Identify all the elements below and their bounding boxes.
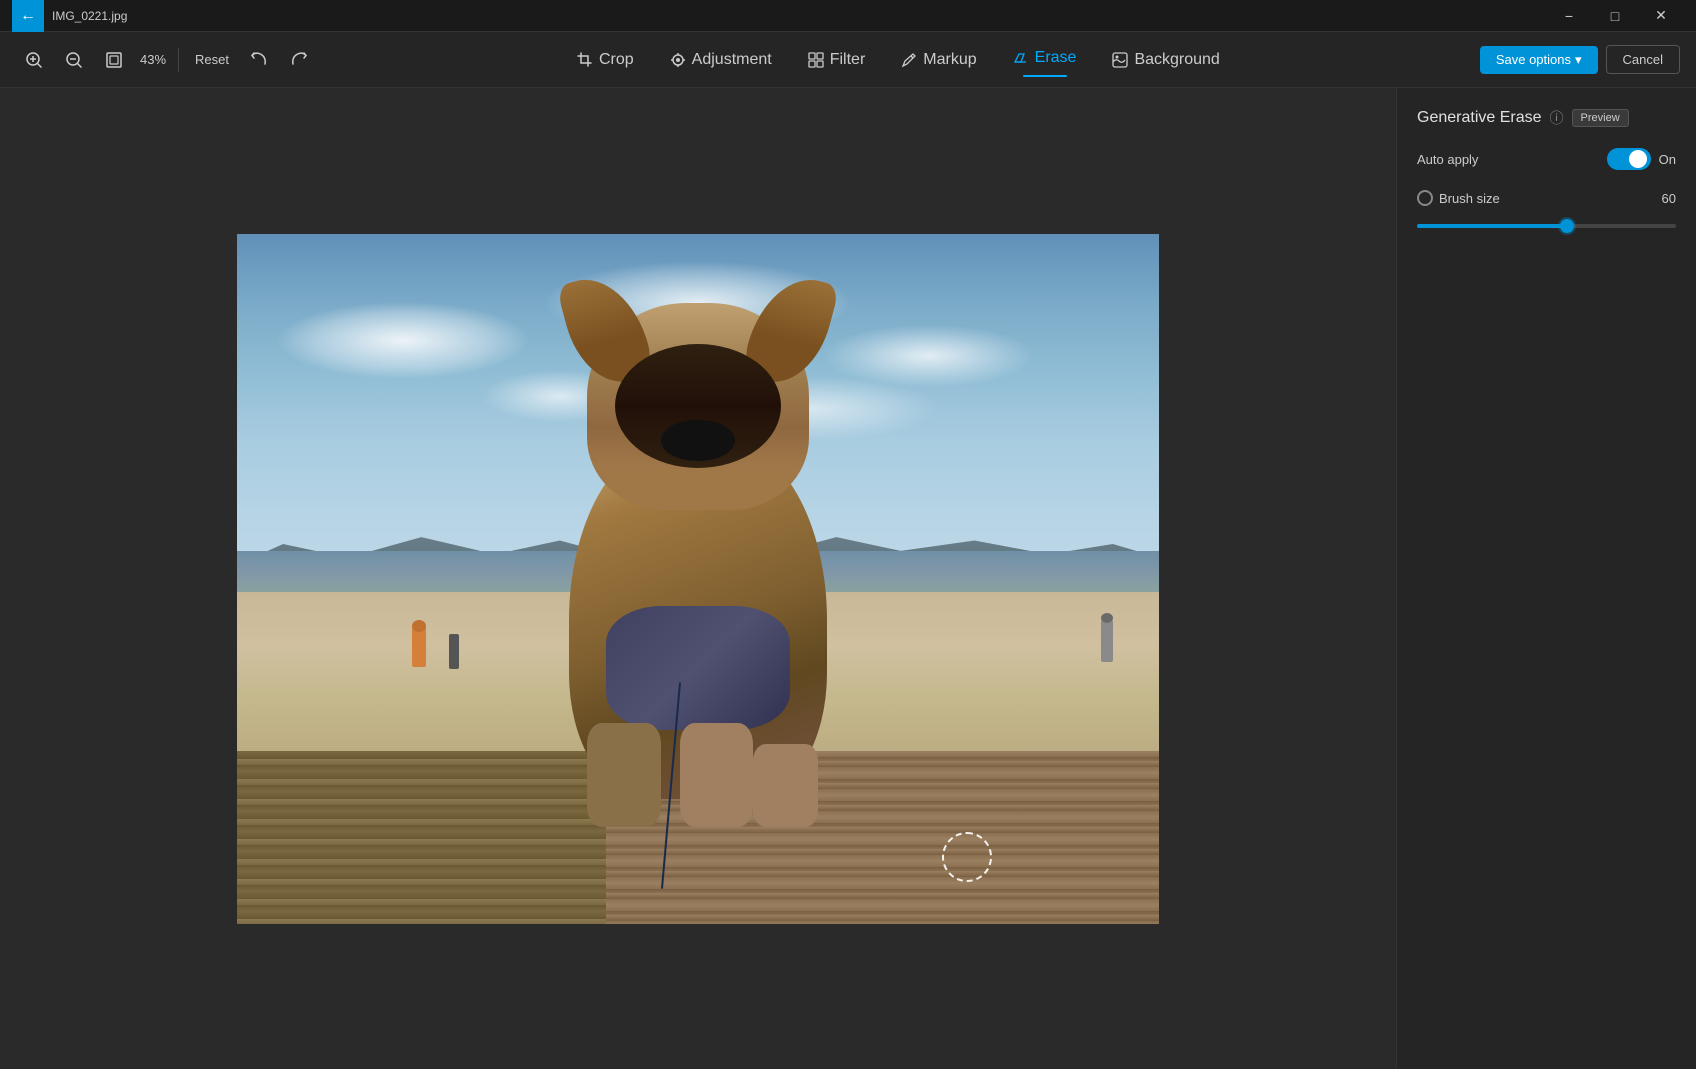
filter-icon bbox=[808, 52, 824, 68]
dog-leg-right bbox=[680, 723, 754, 827]
background-tool-wrapper: Background bbox=[1096, 45, 1235, 75]
adjustment-tool-wrapper: Adjustment bbox=[654, 45, 788, 75]
brush-label: Brush size bbox=[1417, 190, 1500, 206]
toggle-slider bbox=[1607, 148, 1651, 170]
right-panel: Generative Erase ⓘ Preview Auto apply On… bbox=[1396, 88, 1696, 1069]
crop-tool[interactable]: Crop bbox=[561, 45, 650, 75]
dog-nose bbox=[661, 420, 735, 461]
filter-tool-wrapper: Filter bbox=[792, 45, 882, 75]
main-area: Generative Erase ⓘ Preview Auto apply On… bbox=[0, 88, 1696, 1069]
person-right bbox=[1101, 620, 1113, 662]
auto-apply-label: Auto apply bbox=[1417, 152, 1478, 167]
zoom-out-icon bbox=[65, 51, 83, 69]
panel-header: Generative Erase ⓘ Preview bbox=[1417, 108, 1676, 128]
brush-label-row: Brush size 60 bbox=[1417, 190, 1676, 206]
brush-size-row: Brush size 60 bbox=[1417, 190, 1676, 236]
save-options-label: Save options bbox=[1496, 52, 1571, 67]
erase-tool-content: Erase bbox=[1013, 49, 1077, 67]
person-middle bbox=[449, 634, 459, 669]
brush-size-value: 60 bbox=[1662, 191, 1676, 206]
cancel-button[interactable]: Cancel bbox=[1606, 45, 1680, 74]
filter-tool[interactable]: Filter bbox=[792, 45, 882, 75]
markup-tool-wrapper: Markup bbox=[885, 45, 992, 75]
dark-plank bbox=[237, 751, 606, 924]
erase-tool[interactable]: Erase bbox=[997, 43, 1093, 73]
toolbar-center: Crop Adjustment bbox=[325, 43, 1472, 77]
crop-tool-wrapper: Crop bbox=[561, 45, 650, 75]
zoom-level: 43% bbox=[136, 52, 170, 67]
minimize-button[interactable]: − bbox=[1546, 0, 1592, 32]
markup-tool[interactable]: Markup bbox=[885, 45, 992, 75]
back-icon: ← bbox=[20, 7, 36, 25]
title-bar: ← IMG_0221.jpg − □ ✕ bbox=[0, 0, 1696, 32]
filename-label: IMG_0221.jpg bbox=[52, 9, 127, 23]
save-options-button[interactable]: Save options ▾ bbox=[1480, 46, 1598, 74]
toggle-container: On bbox=[1607, 148, 1676, 170]
dog-leg-left bbox=[587, 723, 661, 827]
auto-apply-toggle[interactable] bbox=[1607, 148, 1651, 170]
brush-slider-container bbox=[1417, 216, 1676, 236]
brush-size-icon bbox=[1417, 190, 1433, 206]
erase-icon bbox=[1013, 50, 1029, 66]
canvas-area[interactable] bbox=[0, 88, 1396, 1069]
zoom-in-button[interactable] bbox=[16, 42, 52, 78]
markup-tool-content: Markup bbox=[901, 51, 976, 69]
toolbar-right: Save options ▾ Cancel bbox=[1480, 45, 1680, 74]
brush-size-label: Brush size bbox=[1439, 191, 1500, 206]
reset-button[interactable]: Reset bbox=[187, 48, 237, 71]
background-icon bbox=[1112, 52, 1128, 68]
main-toolbar: 43% Reset Cro bbox=[0, 32, 1696, 88]
maximize-button[interactable]: □ bbox=[1592, 0, 1638, 32]
zoom-out-button[interactable] bbox=[56, 42, 92, 78]
adjustment-tool[interactable]: Adjustment bbox=[654, 45, 788, 75]
background-tool-content: Background bbox=[1112, 51, 1219, 69]
adjustment-icon bbox=[670, 52, 686, 68]
crop-tool-content: Crop bbox=[577, 51, 634, 69]
title-bar-left: ← IMG_0221.jpg bbox=[12, 0, 127, 32]
zoom-in-icon bbox=[25, 51, 43, 69]
erase-tool-wrapper: Erase bbox=[997, 43, 1093, 77]
redo-button[interactable] bbox=[281, 42, 317, 78]
person-left bbox=[412, 627, 426, 667]
save-dropdown-icon: ▾ bbox=[1575, 52, 1582, 68]
undo-icon bbox=[250, 51, 268, 69]
image-layers bbox=[237, 234, 1159, 924]
adjustment-tool-content: Adjustment bbox=[670, 51, 772, 69]
info-icon[interactable]: ⓘ bbox=[1550, 108, 1564, 128]
fit-icon bbox=[105, 51, 123, 69]
background-tool[interactable]: Background bbox=[1096, 45, 1235, 75]
crop-icon bbox=[577, 52, 593, 68]
undo-button[interactable] bbox=[241, 42, 277, 78]
close-button[interactable]: ✕ bbox=[1638, 0, 1684, 32]
image-container bbox=[237, 234, 1159, 924]
auto-apply-row: Auto apply On bbox=[1417, 148, 1676, 170]
filter-tool-content: Filter bbox=[808, 51, 866, 69]
person-right-head bbox=[1101, 613, 1113, 623]
fit-button[interactable] bbox=[96, 42, 132, 78]
window-controls: − □ ✕ bbox=[1546, 0, 1684, 32]
preview-badge: Preview bbox=[1572, 109, 1629, 127]
dog-harness bbox=[606, 606, 790, 730]
panel-title: Generative Erase bbox=[1417, 109, 1542, 127]
toggle-on-label: On bbox=[1659, 152, 1676, 167]
redo-icon bbox=[290, 51, 308, 69]
dog-leg-far-right bbox=[753, 744, 818, 827]
person-left-head bbox=[412, 620, 426, 632]
back-button[interactable]: ← bbox=[12, 0, 44, 32]
toolbar-left: 43% Reset bbox=[16, 42, 317, 78]
separator-1 bbox=[178, 48, 179, 72]
markup-icon bbox=[901, 52, 917, 68]
